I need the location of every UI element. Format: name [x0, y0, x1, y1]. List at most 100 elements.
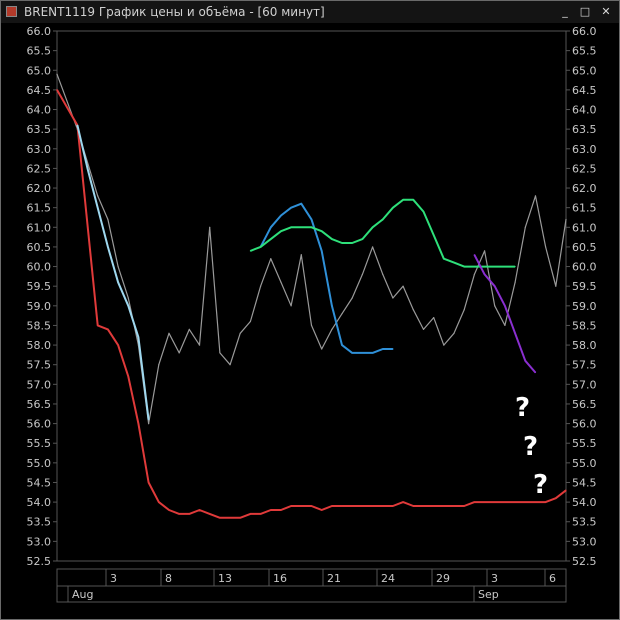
series-point-green: [371, 226, 374, 228]
series-point-blue: [310, 218, 313, 221]
y-tick-label-left: 64.0: [27, 104, 52, 117]
series-point-price: [534, 195, 537, 197]
series-point-green: [504, 265, 506, 268]
series-point-red: [473, 501, 475, 503]
series-point-price: [443, 344, 445, 346]
series-point-price: [209, 226, 211, 228]
x-month-label: Sep: [478, 588, 499, 601]
series-point-blue: [270, 226, 272, 228]
maximize-icon[interactable]: □: [577, 4, 593, 19]
price-chart[interactable]: 66.0 65.5 65.0 64.5 64.0 63.5 63.0 62.5 62.0 61.5…: [1, 23, 619, 619]
series-point-light_blue: [76, 124, 78, 126]
series-point-blue: [290, 207, 292, 209]
y-tick-label-left: 62.5: [27, 162, 52, 175]
x-tick-label: 21: [327, 572, 341, 585]
y-tick-label-right: 62.5: [572, 162, 597, 175]
series-point-light_blue: [137, 336, 140, 338]
series-point-red: [422, 505, 425, 507]
close-icon[interactable]: ✕: [598, 4, 614, 19]
series-point-price: [249, 320, 252, 323]
y-tick-label-right: 52.5: [572, 555, 597, 568]
series-point-price: [545, 246, 547, 248]
window-title: BRENT1119 График цены и объёма - [60 мин…: [24, 5, 325, 19]
annotation-question-mark: ?: [515, 393, 530, 423]
series-point-price: [565, 218, 567, 221]
series-point-red: [280, 509, 282, 511]
y-tick-label-right: 60.5: [572, 241, 597, 254]
series-point-red: [148, 481, 150, 484]
series-point-price: [127, 297, 129, 299]
y-tick-label-right: 54.5: [572, 476, 597, 489]
y-tick-label-left: 55.0: [27, 457, 52, 470]
y-tick-label-right: 63.0: [572, 143, 597, 156]
y-tick-label-left: 55.5: [27, 437, 52, 450]
chart-app-icon[interactable]: [6, 6, 17, 17]
series-point-blue: [331, 305, 333, 307]
series-point-price: [97, 195, 99, 197]
y-tick-label-left: 59.5: [27, 280, 52, 293]
y-tick-label-left: 54.5: [27, 476, 52, 489]
series-point-price: [178, 352, 180, 354]
y-tick-label-right: 65.0: [572, 64, 597, 77]
y-tick-label-left: 59.0: [27, 300, 52, 313]
series-point-green: [249, 250, 252, 252]
series-point-price: [422, 328, 425, 330]
series-point-red: [331, 505, 333, 507]
series-point-light_blue: [107, 246, 109, 248]
x-month-label: Aug: [72, 588, 93, 601]
series-point-red: [310, 505, 313, 507]
minimize-icon[interactable]: _: [557, 4, 573, 19]
x-tick-label: 16: [273, 572, 287, 585]
series-point-green: [361, 238, 363, 240]
series-point-price: [504, 324, 506, 327]
series-point-red: [341, 505, 343, 507]
y-tick-label-right: 61.0: [572, 221, 597, 234]
series-point-blue: [280, 214, 282, 217]
x-tick-label: 24: [381, 572, 395, 585]
x-tick-label: 3: [110, 572, 117, 585]
x-tick-label: 3: [491, 572, 498, 585]
y-tick-label-left: 63.5: [27, 123, 52, 136]
series-point-price: [107, 218, 109, 221]
series-point-red: [188, 513, 190, 515]
series-point-green: [494, 265, 496, 268]
series-point-green: [290, 226, 292, 228]
annotation-question-mark: ?: [533, 470, 548, 500]
y-tick-label-right: 61.5: [572, 202, 597, 215]
series-point-price: [351, 297, 353, 299]
series-point-light_blue: [148, 419, 150, 421]
y-tick-label-left: 53.5: [27, 516, 52, 529]
series-point-blue: [351, 352, 353, 354]
y-tick-label-left: 57.0: [27, 378, 52, 391]
series-point-red: [158, 501, 160, 503]
series-point-red: [361, 505, 363, 507]
series-point-red: [270, 509, 272, 511]
series-point-purple: [524, 360, 526, 362]
y-tick-label-left: 58.5: [27, 319, 52, 332]
y-tick-label-right: 66.0: [572, 25, 597, 38]
y-tick-label-right: 60.0: [572, 261, 597, 274]
series-point-price: [463, 309, 465, 311]
x-tick-label: 29: [436, 572, 450, 585]
y-tick-label-left: 58.0: [27, 339, 52, 352]
series-point-red: [117, 344, 119, 346]
y-tick-label-right: 58.0: [572, 339, 597, 352]
y-tick-label-right: 57.0: [572, 378, 597, 391]
series-point-red: [168, 509, 170, 511]
series-point-price: [555, 285, 557, 287]
series-point-price: [168, 332, 170, 334]
series-point-red: [209, 513, 211, 515]
series-point-price: [331, 328, 333, 330]
y-tick-label-right: 53.5: [572, 516, 597, 529]
chart-window: BRENT1119 График цены и объёма - [60 мин…: [0, 0, 620, 620]
series-point-purple: [534, 371, 537, 374]
series-point-price: [260, 285, 262, 287]
series-point-green: [310, 226, 313, 228]
series-point-green: [412, 199, 414, 201]
x-tick-label: 6: [549, 572, 556, 585]
series-point-price: [56, 73, 58, 75]
series-point-green: [433, 234, 435, 236]
series-point-green: [341, 242, 343, 244]
series-point-price: [382, 273, 384, 276]
title-bar[interactable]: BRENT1119 График цены и объёма - [60 мин…: [1, 1, 619, 24]
